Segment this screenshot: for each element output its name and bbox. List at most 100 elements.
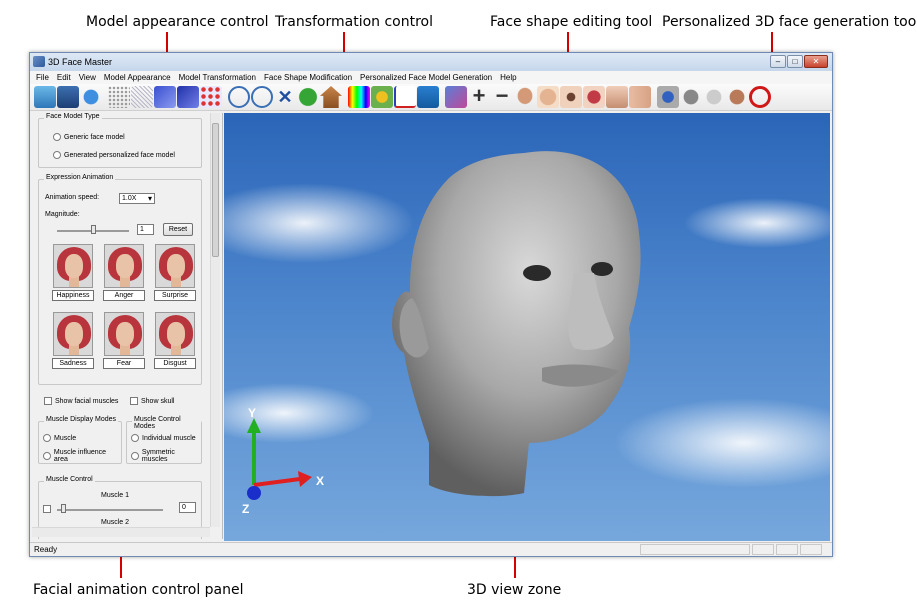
3d-view-zone[interactable]: Y X Z (224, 113, 830, 541)
reset-button[interactable]: Reset (163, 223, 193, 236)
radio-muscle[interactable]: Muscle (43, 434, 76, 442)
show-skull-checkbox[interactable]: Show skull (130, 397, 174, 405)
muscle1-slider[interactable] (57, 509, 163, 511)
add-icon[interactable]: + (468, 85, 490, 108)
3d-scene: Y X Z (224, 151, 830, 516)
nose-icon[interactable] (537, 86, 559, 108)
title-bar[interactable]: 3D Face Master – □ ✕ (30, 53, 832, 71)
color-dots-icon[interactable] (200, 86, 222, 108)
reset-icon[interactable]: ✕ (274, 86, 296, 108)
camera-icon[interactable] (657, 86, 679, 108)
face-sadness-button[interactable]: Sadness (52, 358, 94, 369)
radio-individual-label: Individual muscle (142, 434, 196, 442)
zoom-out-icon[interactable] (251, 86, 273, 108)
color-map-icon[interactable] (348, 86, 370, 108)
menu-edit[interactable]: Edit (57, 71, 71, 84)
left-eye-shape (523, 265, 551, 281)
radio-symmetric-muscles[interactable]: Symmetric muscles (131, 449, 201, 463)
radio-muscle-label: Muscle (54, 434, 77, 442)
light-icon[interactable] (417, 86, 439, 108)
face-happiness-button[interactable]: Happiness (52, 290, 94, 301)
app-icon (33, 56, 45, 67)
z-axis-label: Z (242, 502, 249, 516)
mouth-icon[interactable] (583, 86, 605, 108)
generate-face-icon[interactable] (703, 86, 725, 108)
remove-icon[interactable]: − (491, 85, 513, 108)
panel-scrollbar[interactable] (210, 113, 220, 527)
face-happiness-thumb[interactable] (53, 244, 93, 288)
menu-file[interactable]: File (36, 71, 49, 84)
panel-hscrollbar[interactable] (32, 527, 210, 537)
window-title: 3D Face Master (48, 57, 113, 67)
show-facial-muscles-label: Show facial muscles (55, 397, 119, 405)
radio-generic[interactable]: Generic face model (53, 133, 125, 141)
callout-appearance: Model appearance control (86, 14, 269, 30)
face-fear-thumb[interactable] (104, 312, 144, 356)
radio-generic-label: Generic face model (64, 133, 125, 141)
import-icon[interactable] (34, 86, 56, 108)
axes-icon[interactable] (394, 86, 416, 108)
flat-shading-icon[interactable] (154, 86, 176, 108)
menu-model-appearance[interactable]: Model Appearance (104, 71, 171, 84)
face-disgust-button[interactable]: Disgust (154, 358, 196, 369)
right-eye-shape (591, 262, 613, 276)
muscle-display-group: Muscle Display Modes Muscle Muscle influ… (38, 416, 122, 464)
face-surprise-thumb[interactable] (155, 244, 195, 288)
chin-icon[interactable] (606, 86, 628, 108)
cloud-shape (224, 383, 374, 443)
muscle1-checkbox[interactable] (43, 505, 51, 513)
menu-model-transformation[interactable]: Model Transformation (179, 71, 256, 84)
minimize-button[interactable]: – (770, 55, 786, 68)
radio-individual-muscle[interactable]: Individual muscle (131, 434, 196, 442)
smooth-shading-icon[interactable] (177, 86, 199, 108)
muscle1-slider-thumb[interactable] (61, 504, 66, 513)
status-bar: Ready (30, 542, 832, 556)
muscle1-input[interactable]: 0 (179, 502, 196, 513)
status-cell (640, 544, 750, 555)
muscle1-label: Muscle 1 (101, 492, 130, 499)
magnitude-input[interactable]: 1 (137, 224, 154, 235)
face-surprise-button[interactable]: Surprise (154, 290, 196, 301)
texture-icon[interactable] (371, 86, 393, 108)
callout-transformation: Transformation control (275, 14, 434, 30)
muscle-control-title: Muscle Control (44, 476, 95, 483)
app-window: 3D Face Master – □ ✕ File Edit View Mode… (29, 52, 833, 557)
stop-icon[interactable] (749, 86, 771, 108)
face-sadness-thumb[interactable] (53, 312, 93, 356)
x-axis-line (253, 477, 301, 487)
profile-head-icon[interactable] (680, 86, 702, 108)
select-region-icon[interactable] (445, 86, 467, 108)
callout-view-zone: 3D view zone (467, 582, 562, 598)
speed-label: Animation speed: (45, 194, 100, 201)
face-disgust-thumb[interactable] (155, 312, 195, 356)
magnitude-slider-thumb[interactable] (91, 225, 96, 234)
menu-view[interactable]: View (79, 71, 96, 84)
cloud-shape (684, 198, 830, 248)
show-facial-muscles-checkbox[interactable]: Show facial muscles (44, 397, 118, 405)
personalized-face-icon[interactable] (726, 86, 748, 108)
home-icon[interactable] (320, 86, 342, 108)
face-model-type-title: Face Model Type (44, 113, 102, 120)
radio-muscle-influence[interactable]: Muscle influence area (43, 449, 121, 463)
wireframe-icon[interactable] (131, 86, 153, 108)
callout-animation-panel: Facial animation control panel (33, 582, 244, 598)
save-icon[interactable] (57, 86, 79, 108)
menu-face-shape-modification[interactable]: Face Shape Modification (264, 71, 352, 84)
point-cloud-icon[interactable] (108, 86, 130, 108)
close-button[interactable]: ✕ (804, 55, 828, 68)
info-icon[interactable] (80, 86, 102, 108)
face-fear-button[interactable]: Fear (103, 358, 145, 369)
zoom-in-icon[interactable] (228, 86, 250, 108)
cheek-icon[interactable] (629, 86, 651, 108)
rotate-icon[interactable] (297, 86, 319, 108)
face-anger-thumb[interactable] (104, 244, 144, 288)
y-axis-label: Y (248, 406, 256, 420)
face-anger-button[interactable]: Anger (103, 290, 145, 301)
speed-select[interactable]: 1.0X (119, 193, 155, 204)
eye-icon[interactable] (560, 86, 582, 108)
maximize-button[interactable]: □ (787, 55, 803, 68)
panel-scroll-thumb[interactable] (212, 123, 219, 257)
radio-personalized[interactable]: Generated personalized face model (53, 151, 175, 159)
radio-muscle-influence-label: Muscle influence area (53, 449, 107, 463)
head-shape-icon[interactable] (514, 86, 536, 108)
